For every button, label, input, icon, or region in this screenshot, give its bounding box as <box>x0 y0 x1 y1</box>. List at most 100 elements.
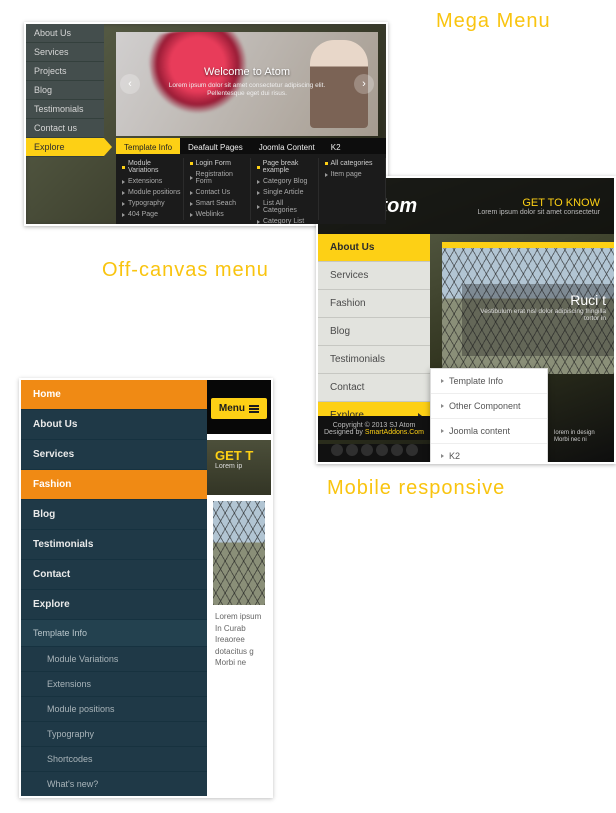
megamenu-column-item[interactable]: 404 Page <box>122 209 183 220</box>
megamenu-column-item-label: Extensions <box>128 178 162 185</box>
megamenu-column-item[interactable]: Module Variations <box>122 158 183 176</box>
megamenu-column-item-label: Contact Us <box>196 189 231 196</box>
mobile-nav-subitem[interactable]: Module Variations <box>21 647 207 672</box>
mobile-article-image <box>213 501 265 605</box>
megamenu-column-item[interactable]: Login Form <box>190 158 251 169</box>
caret-right-icon <box>122 191 125 195</box>
caret-right-icon <box>122 213 125 217</box>
square-dot-icon <box>257 166 260 169</box>
megamenu-column-item[interactable]: Extensions <box>122 176 183 187</box>
explore-flyout: Template InfoOther Component Joomla conte… <box>430 368 548 464</box>
hero-prev-button[interactable]: ‹ <box>120 74 140 94</box>
mobile-nav-group-header[interactable]: Template Info <box>21 620 207 647</box>
megamenu-column-item-label: Typography <box>128 200 165 207</box>
megamenu-column-item-label: Item page <box>331 171 362 178</box>
menu-toggle-button[interactable]: Menu <box>211 398 267 419</box>
caret-right-icon <box>441 404 444 408</box>
flyout-item[interactable]: Joomla content <box>431 419 547 444</box>
flyout-item[interactable]: Template Info <box>431 369 547 394</box>
flyout-item-label: Joomla content <box>449 426 510 436</box>
social-icon[interactable] <box>406 444 418 456</box>
megamenu-column-item[interactable]: Registration Form <box>190 169 251 187</box>
megamenu-column-item[interactable]: Single Article <box>257 187 318 198</box>
social-icon[interactable] <box>331 444 343 456</box>
mobile-nav-item[interactable]: Blog <box>21 500 207 530</box>
caret-right-icon <box>441 429 444 433</box>
megamenu-column-item-label: Registration Form <box>196 171 251 185</box>
megamenu-column: Page break exampleCategory BlogSingle Ar… <box>251 158 319 220</box>
megamenu-hero: Welcome to Atom Lorem ipsum dolor sit am… <box>116 32 378 136</box>
megamenu-column-item-label: Smart Seach <box>196 200 236 207</box>
megamenu-side-item[interactable]: Services <box>26 43 104 62</box>
hero-subtitle: Lorem ipsum dolor sit amet consectetur a… <box>162 82 332 98</box>
mobile-nav-subitem[interactable]: What's new? <box>21 772 207 797</box>
tablet-side-item[interactable]: About Us <box>318 234 430 262</box>
mobile-nav-subitem[interactable]: Extensions <box>21 672 207 697</box>
megamenu-side-nav: About UsServicesProjectsBlogTestimonials… <box>26 24 104 157</box>
megamenu-side-item[interactable]: About Us <box>26 24 104 43</box>
megamenu-column-item-label: Login Form <box>196 160 231 167</box>
megamenu-side-item[interactable]: Blog <box>26 81 104 100</box>
mobile-nav-item[interactable]: Testimonials <box>21 530 207 560</box>
mobile-nav-subitem[interactable]: Module positions <box>21 697 207 722</box>
tablet-side-item[interactable]: Contact <box>318 374 430 402</box>
megamenu-column-item[interactable]: Item page <box>325 169 386 180</box>
mobile-nav-subitem[interactable]: Typography <box>21 722 207 747</box>
social-icon[interactable] <box>361 444 373 456</box>
tablet-side-item[interactable]: Fashion <box>318 290 430 318</box>
mobile-nav-item[interactable]: About Us <box>21 410 207 440</box>
megamenu-column: All categories Item page <box>319 158 387 220</box>
megamenu-column-item[interactable]: Contact Us <box>190 187 251 198</box>
social-icon[interactable] <box>346 444 358 456</box>
social-icon[interactable] <box>376 444 388 456</box>
megamenu-column-item[interactable]: Typography <box>122 198 183 209</box>
megamenu-column-item[interactable]: Category Blog <box>257 176 318 187</box>
square-dot-icon <box>190 162 193 165</box>
mobile-nav-subitem[interactable]: Shortcodes <box>21 747 207 772</box>
menu-toggle-label: Menu <box>219 403 245 414</box>
megamenu-column-item[interactable]: List All Categories <box>257 198 318 216</box>
mobile-nav-item[interactable]: Fashion <box>21 470 207 500</box>
megamenu-column-item-label: 404 Page <box>128 211 158 218</box>
tablet-footer-copy: Copyright © 2013 SJ Atom Designed by Sma… <box>318 416 430 440</box>
heading-mobile: Mobile responsive <box>327 477 505 500</box>
megamenu-column-item[interactable]: Category List <box>257 216 318 226</box>
megamenu-column-item[interactable]: Weblinks <box>190 209 251 220</box>
tablet-side-item[interactable]: Services <box>318 262 430 290</box>
megamenu-column-item[interactable]: Module positions <box>122 187 183 198</box>
screenshot-megamenu: About UsServicesProjectsBlogTestimonials… <box>24 22 388 226</box>
mobile-nav-item[interactable]: Explore <box>21 590 207 620</box>
megamenu-column-item[interactable]: All categories <box>325 158 386 169</box>
mobile-nav-item[interactable]: Home <box>21 380 207 410</box>
mobile-nav-item[interactable]: Contact <box>21 560 207 590</box>
tablet-hero-overlay: Ruci t Vestibulum erat nisl dolor adipis… <box>462 284 614 356</box>
hamburger-icon <box>249 405 259 413</box>
megamenu-side-item[interactable]: Projects <box>26 62 104 81</box>
designed-by-prefix: Designed by <box>324 429 365 436</box>
megamenu-side-item[interactable]: Testimonials <box>26 100 104 119</box>
hero-next-button[interactable]: › <box>354 74 374 94</box>
tablet-side-item[interactable]: Blog <box>318 318 430 346</box>
caret-right-icon <box>257 180 260 184</box>
mobile-nav-item[interactable]: Services <box>21 440 207 470</box>
designer-link[interactable]: SmartAddons.Com <box>365 429 424 436</box>
designed-by-line: Designed by SmartAddons.Com <box>318 429 430 436</box>
social-icon[interactable] <box>391 444 403 456</box>
heading-offcanvas: Off-canvas menu <box>102 259 269 282</box>
megamenu-side-item[interactable]: Contact us <box>26 119 104 138</box>
tablet-side-item[interactable]: Testimonials <box>318 346 430 374</box>
tablet-bottom-text: lorem in design Morbi nec ni <box>554 430 610 444</box>
hero-title: Welcome to Atom <box>204 66 290 78</box>
caret-right-icon <box>122 202 125 206</box>
flyout-item[interactable]: K2 <box>431 444 547 464</box>
megamenu-column: Login Form Registration Form Contact Us Sma… <box>184 158 252 220</box>
caret-right-icon <box>190 176 193 180</box>
megamenu-side-item[interactable]: Explore <box>26 138 104 157</box>
mobile-nav-group-header[interactable]: Other Component <box>21 797 207 798</box>
caret-right-icon <box>441 454 444 458</box>
caret-right-icon <box>190 202 193 206</box>
megamenu-column-item-label: Module Variations <box>128 160 183 174</box>
flyout-item[interactable]: Other Component <box>431 394 547 419</box>
megamenu-column-item[interactable]: Smart Seach <box>190 198 251 209</box>
megamenu-column-item[interactable]: Page break example <box>257 158 318 176</box>
